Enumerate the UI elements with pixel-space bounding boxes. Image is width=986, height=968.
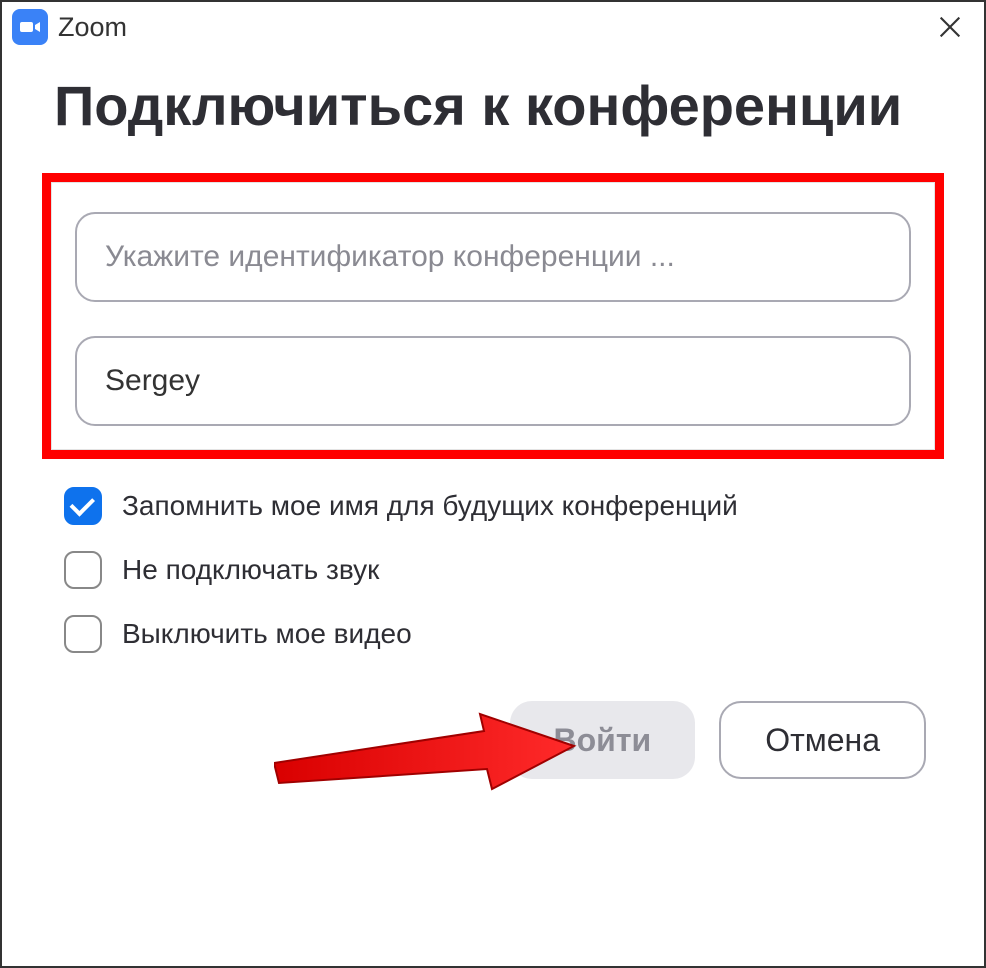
titlebar: Zoom	[2, 2, 984, 52]
no-video-checkbox[interactable]	[64, 615, 102, 653]
no-video-label: Выключить мое видео	[122, 618, 412, 650]
input-highlight-annotation	[42, 173, 944, 459]
close-icon	[936, 13, 964, 41]
page-title: Подключиться к конференции	[54, 72, 932, 139]
zoom-app-icon	[12, 9, 48, 45]
app-title: Zoom	[58, 12, 930, 43]
remember-name-label: Запомнить мое имя для будущих конференци…	[122, 490, 738, 522]
option-no-video: Выключить мое видео	[64, 615, 932, 653]
option-no-audio: Не подключать звук	[64, 551, 932, 589]
meeting-id-input[interactable]	[75, 212, 911, 302]
join-button[interactable]: Войти	[510, 701, 696, 779]
option-remember-name: Запомнить мое имя для будущих конференци…	[64, 487, 932, 525]
display-name-input[interactable]	[75, 336, 911, 426]
no-audio-checkbox[interactable]	[64, 551, 102, 589]
button-row: Войти Отмена	[54, 701, 932, 779]
remember-name-checkbox[interactable]	[64, 487, 102, 525]
dialog-content: Подключиться к конференции Запомнить мое…	[2, 52, 984, 779]
cancel-button[interactable]: Отмена	[719, 701, 926, 779]
close-button[interactable]	[930, 7, 970, 47]
options-group: Запомнить мое имя для будущих конференци…	[54, 487, 932, 653]
no-audio-label: Не подключать звук	[122, 554, 379, 586]
